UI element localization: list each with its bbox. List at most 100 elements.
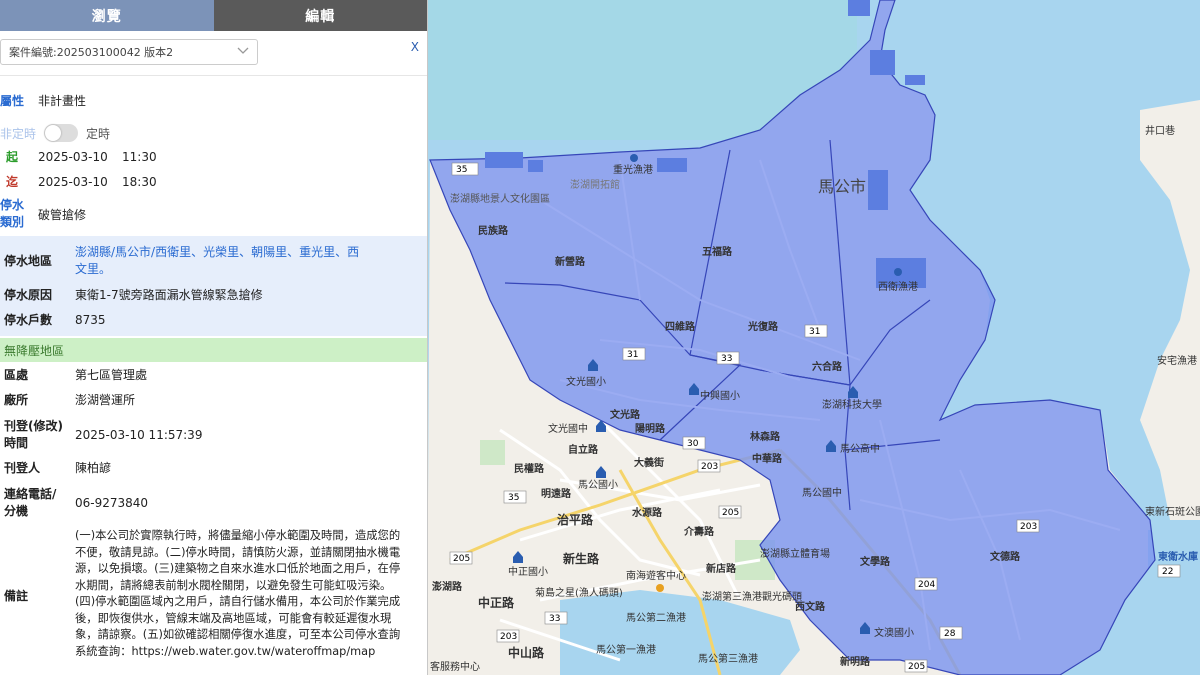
case-select-value: 案件編號:202503100042 版本2	[9, 46, 174, 59]
publisher-label: 刊登人	[4, 461, 41, 475]
no-pressure-banner: 無降壓地區	[0, 338, 427, 362]
label-road: 新生路	[563, 551, 600, 566]
outage-reason-label: 停水原因	[4, 288, 53, 302]
label-place: 文澳國小	[874, 626, 914, 639]
attribute-value: 非計畫性	[38, 94, 87, 108]
svg-text:31: 31	[809, 327, 820, 337]
tab-browse[interactable]: 瀏覽	[0, 0, 214, 31]
label-road: 大義街	[634, 456, 664, 469]
label-road: 中華路	[752, 452, 783, 465]
svg-text:203: 203	[701, 462, 718, 472]
label-road: 六合路	[812, 360, 843, 373]
phone-label: 連絡電話/ 分機	[4, 487, 57, 518]
label-road: 五福路	[702, 245, 733, 258]
label-road: 文德路	[990, 550, 1021, 563]
label-water: 東衛水庫	[1158, 550, 1198, 563]
location-pin-icon	[656, 584, 664, 592]
outage-area-value-2: 文里。	[75, 262, 112, 276]
label-place: 澎湖縣立體育場	[760, 547, 830, 560]
svg-text:33: 33	[721, 354, 732, 364]
start-time: 11:30	[122, 149, 157, 164]
district-label: 區處	[4, 368, 29, 382]
route-shield: 31	[804, 324, 828, 338]
label-road: 四維路	[665, 320, 696, 333]
label-road: 陽明路	[635, 422, 666, 435]
label-road: 中正路	[478, 595, 515, 610]
district-value: 第七區管理處	[75, 368, 148, 382]
anchor-icon	[894, 268, 902, 276]
svg-text:35: 35	[508, 493, 519, 503]
route-shield: 204	[914, 577, 938, 591]
svg-text:30: 30	[687, 439, 699, 449]
label-place: 中興國小	[700, 389, 740, 402]
map-view[interactable]: 馬公市 澎湖開拓館 重光漁港 澎湖縣地景人文化園區 西衛漁港 井口巷 安宅漁港 …	[427, 0, 1200, 675]
label-road: 自立路	[568, 443, 599, 456]
chevron-down-icon	[237, 47, 249, 58]
route-shield: 203	[1016, 519, 1040, 533]
end-date: 2025-03-10	[38, 174, 108, 189]
published-value: 2025-03-10 11:57:39	[75, 428, 203, 442]
label-place: 重光漁港	[613, 163, 653, 176]
published-label: 刊登(修改) 時間	[4, 419, 63, 450]
label-place: 東新石斑公園	[1145, 505, 1200, 518]
notes-text: (一)本公司於實際執行時，將儘量縮小停水範圍及時間，造成您的 不便，敬請見諒。(…	[75, 529, 401, 658]
case-row: 案件編號:202503100042 版本2 X	[0, 31, 427, 76]
panel-tabs: 瀏覽 編輯	[0, 0, 427, 31]
label-road: 介壽路	[683, 525, 715, 538]
label-road: 文學路	[860, 555, 891, 568]
end-label: 迄	[6, 175, 19, 189]
label-place: 馬公第三漁港	[698, 652, 758, 665]
notes-label: 備註	[4, 589, 29, 603]
timing-right-label: 定時	[86, 126, 111, 141]
label-place: 南海遊客中心	[626, 569, 686, 582]
close-button[interactable]: X	[411, 40, 419, 54]
route-shield: 205	[718, 505, 742, 519]
outage-type-label: 停水 類別	[0, 198, 25, 229]
timing-toggle[interactable]	[44, 124, 79, 142]
publisher-value: 陳柏諺	[75, 461, 112, 475]
tab-edit[interactable]: 編輯	[213, 0, 427, 31]
label-road: 文光路	[610, 408, 641, 421]
route-shield: 203	[697, 459, 721, 473]
route-shield: 31	[622, 347, 646, 361]
label-road: 光復路	[747, 320, 779, 333]
route-shield: 30	[682, 436, 706, 450]
label-place: 菊島之星(漁人碼頭)	[535, 586, 623, 599]
anchor-icon	[630, 154, 638, 162]
label-road: 新營路	[555, 255, 586, 268]
route-shield: 22	[1157, 564, 1181, 578]
phone-value: 06-9273840	[75, 496, 149, 510]
label-road: 新明路	[840, 655, 871, 668]
label-road: 水源路	[631, 506, 663, 519]
label-place: 澎湖科技大學	[822, 398, 882, 411]
label-road: 民族路	[478, 224, 509, 237]
label-place: 西衛漁港	[878, 280, 918, 293]
office-label: 廠所	[4, 393, 29, 407]
label-road: 明遠路	[541, 487, 572, 500]
case-select[interactable]: 案件編號:202503100042 版本2	[0, 39, 258, 65]
label-place: 澎湖開拓館	[570, 178, 620, 191]
label-place: 馬公第一漁港	[596, 643, 656, 656]
label-road: 中山路	[508, 645, 545, 660]
route-shield: 35	[503, 490, 527, 504]
label-place: 中正國小	[508, 565, 548, 578]
label-place: 馬公高中	[840, 442, 880, 455]
outage-type-value: 破管搶修	[38, 208, 87, 222]
households-value: 8735	[75, 313, 106, 327]
info-panel: 瀏覽 編輯 案件編號:202503100042 版本2 X 屬性 非計畫性 非定…	[0, 0, 428, 675]
attribute-label: 屬性	[0, 94, 25, 108]
route-shield: 33	[544, 611, 568, 625]
svg-text:205: 205	[908, 662, 925, 672]
svg-text:204: 204	[918, 580, 935, 590]
start-label: 起	[6, 150, 19, 164]
label-road: 民權路	[514, 462, 545, 475]
label-place: 客服務中心	[430, 660, 480, 673]
label-place: 馬公國小	[578, 479, 618, 491]
label-road: 治平路	[557, 512, 594, 527]
park	[480, 440, 505, 465]
label-road: 新店路	[706, 562, 737, 575]
label-place: 馬公第二漁港	[626, 611, 686, 624]
label-road: 林森路	[750, 430, 781, 443]
label-place: 文光國中	[548, 422, 588, 435]
svg-text:35: 35	[456, 165, 467, 175]
